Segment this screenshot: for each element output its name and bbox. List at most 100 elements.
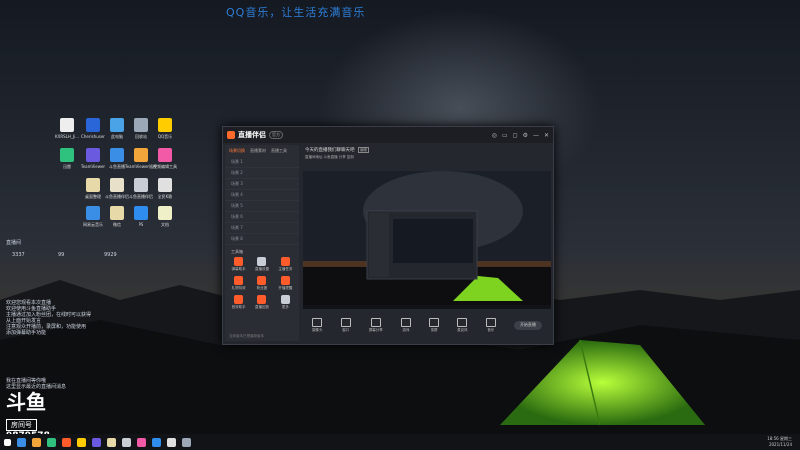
taskbar-app-icon[interactable] [17, 437, 26, 447]
app-icon [110, 118, 124, 132]
app-icon [158, 118, 172, 132]
desktop-icon-label: 桌面整理 [85, 194, 101, 199]
system-tray: 18:56 星期三 2021/11/24 [767, 436, 792, 448]
taskbar-app-icon[interactable] [47, 437, 56, 447]
desktop-icon-label: 全民K歌 [157, 194, 173, 199]
scene-item[interactable]: 场景 2 [225, 168, 299, 179]
tool-item[interactable]: 直播设置 [251, 257, 272, 272]
desktop-icon-label: 此电脑 [111, 134, 123, 139]
tool-label: 主播任务 [278, 267, 293, 271]
window-titlebar[interactable]: 直播伴侣 官方 ◎ ▭ ◻ ⚙ — ✕ [223, 127, 553, 143]
desktop-icon[interactable]: 全民K歌 [148, 178, 182, 208]
start-live-button[interactable]: 开始直播 [513, 320, 542, 330]
desktop-icon-label: 回收站 [135, 134, 147, 139]
tool-item[interactable]: 开播提醒 [275, 276, 296, 291]
control-icon [400, 317, 411, 327]
app-icon [158, 148, 172, 162]
window-control-icon[interactable]: — [533, 132, 539, 139]
window-control-icon[interactable]: ⚙ [523, 132, 528, 139]
control-icon [312, 317, 323, 327]
tool-label: 音效助手 [231, 305, 246, 309]
window-control-icon[interactable]: ▭ [502, 132, 508, 139]
tool-icon [257, 257, 267, 266]
tool-icon [234, 257, 244, 266]
desktop-icon-label: 迅雷 [63, 164, 71, 169]
chat-stat: 9929 [104, 252, 117, 258]
tool-label: 更多 [281, 305, 289, 309]
tool-item[interactable]: 主播任务 [275, 257, 296, 272]
taskbar-app-icon[interactable] [92, 437, 101, 447]
tool-item[interactable]: 更多 [275, 295, 296, 310]
scene-item[interactable]: 场景 1 [225, 157, 299, 168]
scene-item[interactable]: 场景 5 [225, 201, 299, 212]
left-tab[interactable]: 场景切换 [229, 148, 245, 154]
logo-main: 斗鱼 [6, 390, 46, 414]
room-title-text: 今天的直播我们聊聊天吧 [305, 148, 355, 153]
left-panel: 场景切换 直播素材 直播工具 场景 1 场景 2 场景 3 场景 4 场景 5 场景 6 场景 … [225, 145, 299, 341]
control-button[interactable]: 音乐 [485, 317, 496, 333]
windows-start-icon[interactable] [4, 438, 11, 446]
app-name: 直播伴侣 [238, 131, 266, 139]
tool-icon [234, 276, 244, 285]
desktop-icon[interactable]: QQ音乐 [148, 118, 182, 148]
scene-item[interactable]: 场景 6 [225, 212, 299, 223]
tool-icon [234, 295, 244, 304]
scene-item[interactable]: 场景 4 [225, 190, 299, 201]
control-label: 音乐 [487, 327, 495, 332]
control-label: 录屏 [430, 327, 438, 332]
tool-label: 直播回放 [254, 305, 269, 309]
control-button[interactable]: 摄像头 [312, 317, 323, 333]
chat-room-label: 直播间 [6, 240, 22, 246]
app-icon [60, 148, 74, 162]
taskbar-app-icon[interactable] [167, 437, 176, 447]
control-icon [485, 317, 496, 327]
scene-item[interactable]: 场景 7 [225, 223, 299, 234]
clock-date: 2021/11/24 [768, 442, 792, 447]
control-button[interactable]: 窗口 [340, 317, 351, 333]
taskbar-app-icon[interactable] [182, 437, 191, 447]
version-badge[interactable]: 官方 [269, 131, 283, 139]
tool-icon [280, 295, 290, 304]
window-control-icon[interactable]: ✕ [544, 132, 549, 139]
tool-item[interactable]: 弹幕助手 [228, 257, 249, 272]
taskbar-app-icon[interactable] [107, 437, 116, 447]
taskbar-app-icon[interactable] [137, 437, 146, 447]
app-icon [86, 118, 100, 132]
control-icon [457, 317, 468, 327]
chat-message: 添加弹幕助手功能 [6, 330, 47, 336]
control-button[interactable]: 游戏 [400, 317, 411, 333]
tools-title: 工具箱 [231, 249, 243, 254]
control-button[interactable]: 录屏 [429, 317, 440, 333]
tool-item[interactable]: 粉丝团 [251, 276, 272, 291]
window-control-icon[interactable]: ◻ [513, 132, 518, 139]
taskbar-app-icon[interactable] [77, 437, 86, 447]
edit-title-button[interactable]: 编辑 [357, 147, 369, 153]
preview-canvas [303, 171, 551, 309]
taskbar-app-icon[interactable] [122, 437, 131, 447]
desktop-icon[interactable]: 文档 [148, 206, 182, 236]
logo-sub: 房间号 [6, 419, 37, 431]
stream-preview[interactable] [303, 171, 551, 309]
control-icon [340, 317, 351, 327]
app-icon [134, 118, 148, 132]
taskbar-app-icon[interactable] [32, 437, 41, 447]
left-tab[interactable]: 直播工具 [271, 148, 287, 154]
tool-icon [257, 276, 267, 285]
tool-item[interactable]: 直播回放 [251, 295, 272, 310]
scene-item[interactable]: 场景 8 [225, 234, 299, 245]
tool-item[interactable]: 礼物特效 [228, 276, 249, 291]
control-button[interactable]: 麦克风 [457, 317, 468, 333]
tool-item[interactable]: 音效助手 [228, 295, 249, 310]
taskbar-app-icon[interactable] [62, 437, 71, 447]
window-control-icon[interactable]: ◎ [492, 132, 497, 139]
control-button[interactable]: 屏幕分享 [369, 317, 383, 333]
main-panel: 今天的直播我们聊聊天吧 编辑 直播间地址 斗鱼直播 分享 复制 摄像头 窗口 屏幕分… [303, 145, 551, 341]
app-icon [86, 206, 100, 220]
desktop-icon[interactable]: 视频编辑工具 [148, 148, 182, 178]
left-tab[interactable]: 直播素材 [250, 148, 266, 154]
app-icon [86, 178, 100, 192]
scene-item[interactable]: 场景 3 [225, 179, 299, 190]
taskbar-app-icon[interactable] [152, 437, 161, 447]
desktop-icon-label: QQ音乐 [157, 134, 173, 139]
desktop-icon-label: 文档 [161, 222, 169, 227]
